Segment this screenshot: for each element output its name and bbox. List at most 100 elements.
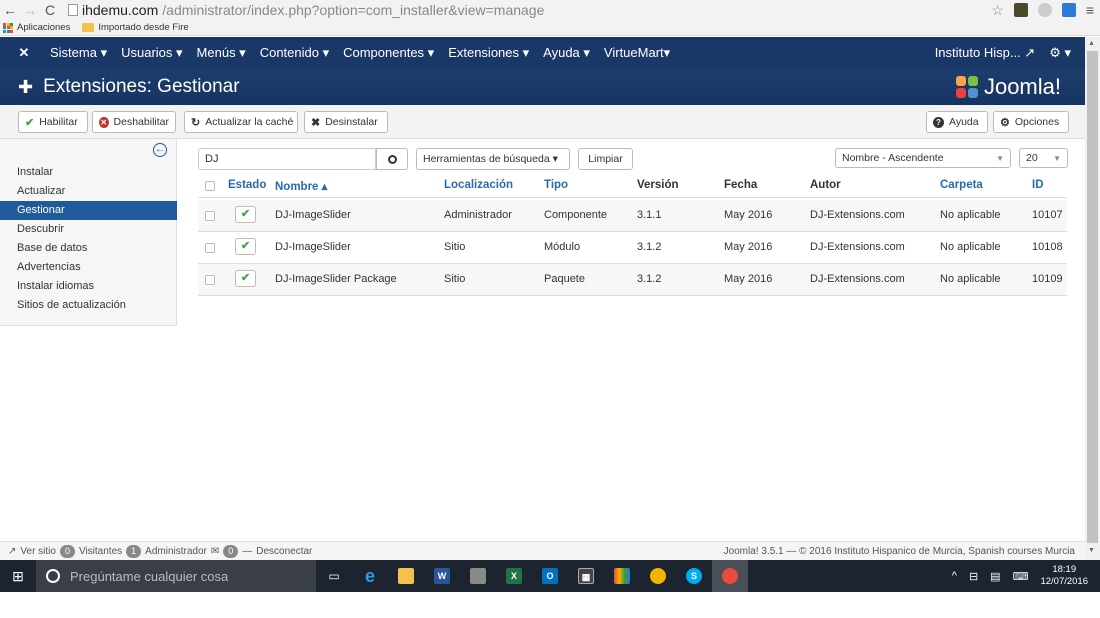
clock[interactable]: 18:19 12/07/2016 [1040, 564, 1088, 588]
chrome-icon[interactable] [640, 560, 676, 592]
notification-icon[interactable]: ▤ [990, 570, 1000, 583]
cell-type: Paquete [544, 273, 585, 285]
refresh-cache-label: Actualizar la caché [205, 116, 294, 128]
cell-name[interactable]: DJ-ImageSlider [275, 209, 351, 221]
joomla-logo-icon[interactable]: ✕ [14, 45, 34, 61]
col-estado[interactable]: Estado [228, 179, 266, 191]
scroll-down-icon[interactable]: ▼ [1088, 547, 1095, 554]
limit-select[interactable]: 20 ▼ [1019, 148, 1068, 168]
clear-button[interactable]: Limpiar [578, 148, 633, 170]
row-checkbox[interactable] [205, 211, 215, 221]
uninstall-button[interactable]: ✖ Desinstalar [304, 111, 388, 133]
logout-link[interactable]: Desconectar [256, 546, 312, 557]
table-row: ✔ DJ-ImageSlider Package Sitio Paquete 3… [198, 264, 1067, 296]
enabled-check-icon[interactable]: ✔ [235, 238, 256, 255]
search-tools-button[interactable]: Herramientas de búsqueda ▾ [416, 148, 570, 170]
extension-icon[interactable] [1061, 3, 1076, 17]
enable-button[interactable]: ✔ Habilitar [18, 111, 88, 133]
uninstall-label: Desinstalar [325, 116, 378, 128]
menu-extensiones[interactable]: Extensiones ▾ [448, 45, 529, 61]
menu-virtuemart[interactable]: VirtueMart▾ [604, 45, 670, 61]
refresh-cache-button[interactable]: ↻ Actualizar la caché [184, 111, 298, 133]
view-site-link[interactable]: Ver sitio [20, 546, 56, 557]
windows-start-icon[interactable]: ⊞ [0, 568, 36, 585]
reload-icon[interactable]: C [40, 2, 60, 18]
file-explorer-icon[interactable] [388, 560, 424, 592]
extension-icon[interactable] [1013, 3, 1028, 17]
enabled-check-icon[interactable]: ✔ [235, 270, 256, 287]
sidebar-item-gestionar[interactable]: Gestionar [0, 201, 177, 220]
row-checkbox[interactable] [205, 275, 215, 285]
col-carpeta[interactable]: Carpeta [940, 179, 983, 191]
col-nombre[interactable]: Nombre ▴ [275, 179, 327, 193]
forward-icon[interactable]: → [20, 2, 40, 18]
user-menu-gear-icon[interactable]: ⚙ ▾ [1049, 45, 1071, 61]
options-label: Opciones [1014, 116, 1060, 128]
scrollbar-thumb[interactable] [1087, 51, 1098, 543]
disable-button[interactable]: ✕ Deshabilitar [92, 111, 176, 133]
search-input[interactable]: DJ [198, 148, 376, 170]
keyboard-icon[interactable]: ⌨ [1013, 570, 1029, 583]
app-icon[interactable] [460, 560, 496, 592]
bookmark-label: Importado desde Fire [98, 22, 189, 33]
menu-componentes[interactable]: Componentes ▾ [343, 45, 434, 61]
address-bar[interactable]: ihdemu.com/administrator/index.php?optio… [68, 2, 544, 18]
page-scrollbar[interactable]: ▲ ▼ [1085, 37, 1100, 560]
menu-sistema[interactable]: Sistema ▾ [50, 45, 107, 61]
bookmark-folder[interactable]: Importado desde Fire [82, 22, 189, 33]
col-tipo[interactable]: Tipo [544, 179, 568, 191]
bookmarks-bar: Aplicaciones Importado desde Fire [0, 20, 1100, 36]
cell-location: Sitio [444, 241, 466, 253]
sort-select[interactable]: Nombre - Ascendente ▼ [835, 148, 1011, 168]
menu-usuarios[interactable]: Usuarios ▾ [121, 45, 182, 61]
help-label: Ayuda [949, 116, 979, 128]
enabled-check-icon[interactable]: ✔ [235, 206, 256, 223]
messages-badge[interactable]: 0 [223, 544, 239, 558]
bookmark-apps[interactable]: Aplicaciones [3, 22, 70, 33]
task-view-icon[interactable]: ▭ [316, 560, 352, 592]
back-icon[interactable]: ← [0, 2, 20, 18]
outlook-icon[interactable]: O [532, 560, 568, 592]
row-checkbox[interactable] [205, 243, 215, 253]
extension-icon[interactable] [1037, 3, 1052, 17]
cell-author: DJ-Extensions.com [810, 209, 905, 221]
search-button[interactable] [376, 148, 408, 170]
cell-date: May 2016 [724, 209, 773, 221]
chevron-up-icon[interactable]: ^ [952, 570, 957, 582]
sidebar-item-advertencias[interactable]: Advertencias [0, 258, 177, 277]
select-all-checkbox[interactable] [205, 181, 215, 191]
help-button[interactable]: ? Ayuda [926, 111, 988, 133]
store-app-icon[interactable] [604, 560, 640, 592]
envelope-icon: ✉ [210, 545, 220, 557]
star-icon[interactable]: ☆ [991, 2, 1004, 19]
options-button[interactable]: ⚙ Opciones [993, 111, 1069, 133]
status-bar: ↗ Ver sitio 0 Visitantes 1 Administrador… [0, 541, 1085, 560]
sidebar-item-descubrir[interactable]: Descubrir [0, 220, 177, 239]
sidebar-item-base-de-datos[interactable]: Base de datos [0, 239, 177, 258]
col-localizacion[interactable]: Localización [444, 179, 513, 191]
cell-folder: No aplicable [940, 241, 1001, 253]
calculator-icon[interactable]: ▦ [568, 560, 604, 592]
menu-contenido[interactable]: Contenido ▾ [260, 45, 329, 61]
site-link[interactable]: Instituto Hisp... ↗ [935, 45, 1036, 61]
edge-icon[interactable]: e [352, 560, 388, 592]
sidebar-item-sitios-actualizacion[interactable]: Sitios de actualización [0, 296, 177, 315]
sidebar-item-actualizar[interactable]: Actualizar [0, 182, 177, 201]
menu-icon[interactable]: ≡ [1086, 2, 1094, 18]
excel-icon[interactable]: X [496, 560, 532, 592]
scroll-up-icon[interactable]: ▲ [1088, 40, 1095, 47]
cell-name[interactable]: DJ-ImageSlider Package [275, 273, 397, 285]
os-taskbar: ⊞ Pregúntame cualquier cosa ▭ e W X O ▦ … [0, 560, 1100, 592]
chrome-active-icon[interactable] [712, 560, 748, 592]
menu-menus[interactable]: Menús ▾ [197, 45, 246, 61]
menu-ayuda[interactable]: Ayuda ▾ [543, 45, 590, 61]
word-icon[interactable]: W [424, 560, 460, 592]
skype-icon[interactable]: S [676, 560, 712, 592]
sidebar-item-instalar-idiomas[interactable]: Instalar idiomas [0, 277, 177, 296]
cell-name[interactable]: DJ-ImageSlider [275, 241, 351, 253]
sidebar-item-instalar[interactable]: Instalar [0, 163, 177, 182]
collapse-sidebar-icon[interactable]: ← [153, 143, 167, 157]
network-icon[interactable]: ⊟ [969, 570, 978, 583]
col-id[interactable]: ID [1032, 179, 1044, 191]
taskbar-search[interactable]: Pregúntame cualquier cosa [36, 560, 316, 592]
